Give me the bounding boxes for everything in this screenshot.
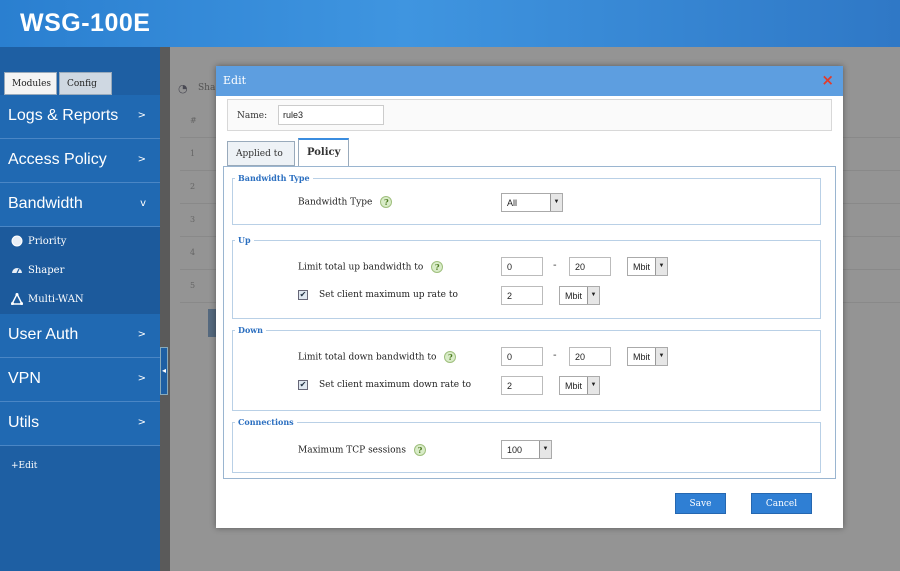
priority-icon <box>11 235 23 247</box>
dialog-title: Edit <box>223 74 247 87</box>
chevron-down-icon: v <box>140 198 146 209</box>
tcp-sessions-select[interactable]: 100 ▼ <box>501 440 552 459</box>
sidebar-subitem-multi-wan[interactable]: Multi-WAN <box>0 285 160 314</box>
bandwidth-submenu: Priority Shaper Multi-WAN <box>0 227 160 314</box>
dialog-header: Edit × <box>216 66 843 96</box>
sidebar-item-bandwidth[interactable]: Bandwidth v <box>0 183 160 227</box>
sidebar-item-utils[interactable]: Utils > <box>0 402 160 446</box>
chevron-right-icon: > <box>137 154 146 165</box>
up-total-max-input[interactable]: 20 <box>569 257 611 276</box>
down-total-max-input[interactable]: 20 <box>569 347 611 366</box>
group-legend: Up <box>238 235 251 245</box>
down-group: Down Limit total down bandwidth to? 0 - … <box>232 325 821 411</box>
up-total-unit-select[interactable]: Mbit ▼ <box>627 257 668 276</box>
sidebar-subitem-shaper[interactable]: Shaper <box>0 256 160 285</box>
cancel-button[interactable]: Cancel <box>751 493 812 514</box>
sidebar-item-user-auth[interactable]: User Auth > <box>0 314 160 358</box>
bandwidth-type-label: Bandwidth Type <box>298 197 373 208</box>
tab-config[interactable]: Config <box>59 72 112 95</box>
sidebar-item-label: Access Policy <box>8 151 107 168</box>
sidebar-item-label: Logs & Reports <box>8 107 119 124</box>
sidebar-subitem-label: Multi-WAN <box>28 294 84 305</box>
sidebar-collapse-handle[interactable]: ◂ <box>160 347 168 395</box>
connections-group: Connections Maximum TCP sessions? 100 ▼ <box>232 417 821 473</box>
group-legend: Bandwidth Type <box>238 173 310 183</box>
chevron-down-icon: ▼ <box>655 348 667 365</box>
down-client-label: Set client maximum down rate to <box>319 380 471 390</box>
chevron-left-icon: ◂ <box>162 366 167 375</box>
range-dash: - <box>553 260 557 271</box>
tab-applied-to[interactable]: Applied to <box>227 141 295 166</box>
sidebar-item-label: VPN <box>8 370 41 387</box>
save-button[interactable]: Save <box>675 493 726 514</box>
down-total-row: Limit total down bandwidth to? <box>298 351 457 363</box>
range-dash: - <box>553 350 557 361</box>
tcp-sessions-label: Maximum TCP sessions <box>298 445 406 456</box>
edit-link[interactable]: +Edit <box>11 461 37 471</box>
sidebar-tabs: Modules Config <box>0 72 160 95</box>
tcp-sessions-row: Maximum TCP sessions? <box>298 444 426 456</box>
help-icon[interactable]: ? <box>380 196 393 208</box>
close-icon[interactable]: × <box>821 71 834 89</box>
name-label: Name: <box>237 111 268 121</box>
sidebar-menu: Logs & Reports > Access Policy > Bandwid… <box>0 95 160 446</box>
name-section: Name: <box>227 99 832 131</box>
edit-dialog: Edit × Name: Applied to Policy Bandwidth… <box>216 66 843 528</box>
group-legend: Connections <box>238 417 294 427</box>
sidebar-item-vpn[interactable]: VPN > <box>0 358 160 402</box>
app-title: WSG-100E <box>20 9 151 37</box>
chevron-right-icon: > <box>137 329 146 340</box>
chevron-right-icon: > <box>137 417 146 428</box>
policy-panel: Bandwidth Type Bandwidth Type? All ▼ Up … <box>223 166 836 479</box>
up-client-label: Set client maximum up rate to <box>319 290 458 300</box>
down-client-rate-input[interactable]: 2 <box>501 376 543 395</box>
chevron-right-icon: > <box>137 110 146 121</box>
sidebar-subitem-label: Priority <box>28 236 67 247</box>
bandwidth-type-group: Bandwidth Type Bandwidth Type? All ▼ <box>232 173 821 225</box>
chevron-right-icon: > <box>137 373 146 384</box>
up-total-row: Limit total up bandwidth to? <box>298 261 444 273</box>
bandwidth-type-row: Bandwidth Type? <box>298 196 393 208</box>
sidebar: Modules Config Logs & Reports > Access P… <box>0 47 160 571</box>
network-icon <box>11 293 23 305</box>
down-client-unit-select[interactable]: Mbit ▼ <box>559 376 600 395</box>
sidebar-item-label: Utils <box>8 414 40 431</box>
name-input[interactable] <box>278 105 384 125</box>
chevron-down-icon: ▼ <box>655 258 667 275</box>
up-total-label: Limit total up bandwidth to <box>298 262 424 273</box>
up-total-min-input[interactable]: 0 <box>501 257 543 276</box>
down-total-label: Limit total down bandwidth to <box>298 352 437 363</box>
sidebar-item-access-policy[interactable]: Access Policy > <box>0 139 160 183</box>
sidebar-item-label: Bandwidth <box>8 195 83 212</box>
up-client-rate-input[interactable]: 2 <box>501 286 543 305</box>
chevron-down-icon: ▼ <box>539 441 551 458</box>
tab-modules[interactable]: Modules <box>4 72 57 95</box>
chevron-down-icon: ▼ <box>587 287 599 304</box>
up-group: Up Limit total up bandwidth to? 0 - 20 M… <box>232 235 821 319</box>
sidebar-subitem-label: Shaper <box>28 265 65 276</box>
app-header: WSG-100E <box>0 0 900 47</box>
up-client-unit-select[interactable]: Mbit ▼ <box>559 286 600 305</box>
help-icon[interactable]: ? <box>413 444 426 456</box>
chevron-down-icon: ▼ <box>587 377 599 394</box>
up-client-checkbox[interactable]: ✔ <box>298 290 308 300</box>
help-icon[interactable]: ? <box>431 261 444 273</box>
help-icon[interactable]: ? <box>444 351 457 363</box>
tab-policy[interactable]: Policy <box>298 138 349 167</box>
down-total-min-input[interactable]: 0 <box>501 347 543 366</box>
down-total-unit-select[interactable]: Mbit ▼ <box>627 347 668 366</box>
bandwidth-type-select[interactable]: All ▼ <box>501 193 563 212</box>
sidebar-item-logs-reports[interactable]: Logs & Reports > <box>0 95 160 139</box>
sidebar-subitem-priority[interactable]: Priority <box>0 227 160 256</box>
sidebar-item-label: User Auth <box>8 326 79 343</box>
chevron-down-icon: ▼ <box>550 194 562 211</box>
down-client-checkbox[interactable]: ✔ <box>298 380 308 390</box>
group-legend: Down <box>238 325 263 335</box>
gauge-icon <box>12 268 22 274</box>
